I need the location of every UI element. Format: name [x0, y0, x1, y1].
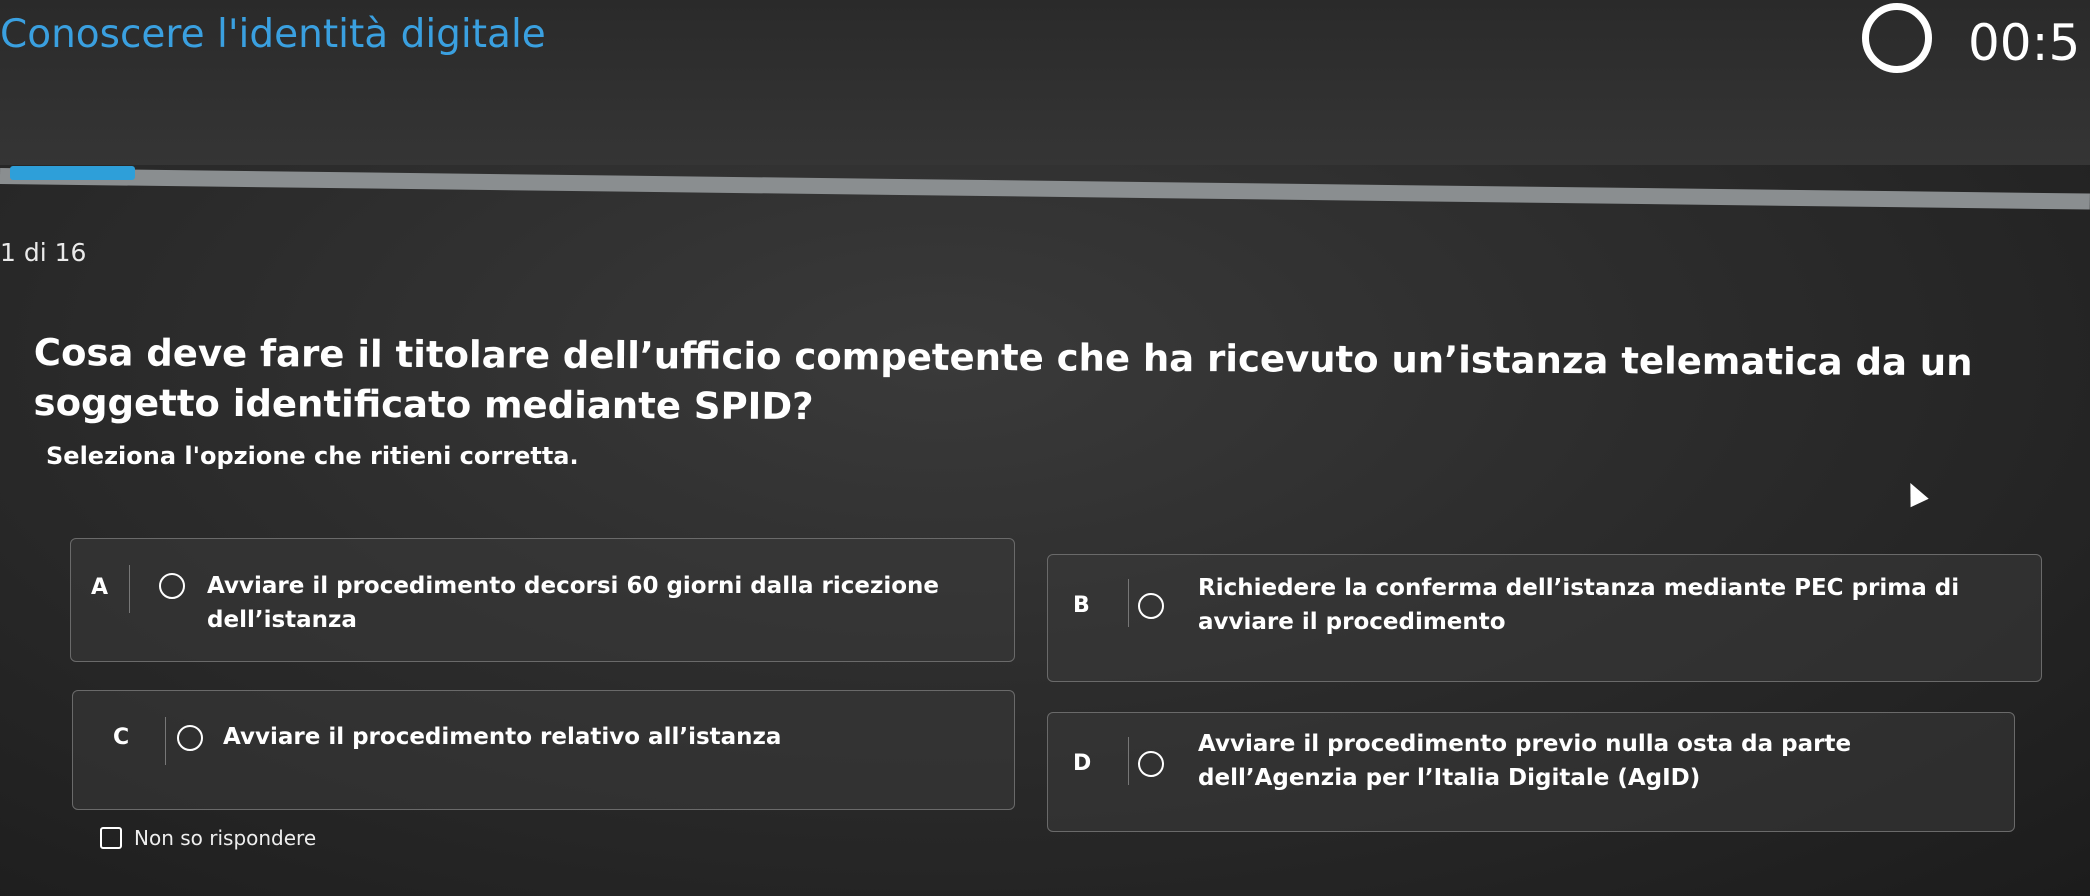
no-answer-label: Non so rispondere	[134, 826, 317, 850]
checkbox-icon[interactable]	[100, 827, 122, 849]
question-text: Cosa deve fare il titolare dell’ufficio …	[33, 330, 1973, 429]
option-c[interactable]: C Avviare il procedimento relativo all’i…	[72, 690, 1015, 810]
option-letter: A	[91, 575, 109, 600]
timer-text: 00:5	[1968, 14, 2081, 72]
option-b[interactable]: B Richiedere la conferma dell’istanza me…	[1047, 554, 2042, 682]
option-text: Avviare il procedimento relativo all’ist…	[223, 724, 782, 750]
radio-icon[interactable]	[1138, 593, 1164, 619]
no-answer-option[interactable]: Non so rispondere	[100, 826, 316, 850]
option-text: Avviare il procedimento previo nulla ost…	[1198, 731, 1852, 791]
option-text: Richiedere la conferma dell’istanza medi…	[1198, 575, 1960, 635]
quiz-title: Conoscere l'identità digitale	[0, 12, 546, 57]
radio-icon[interactable]	[177, 725, 203, 751]
mouse-cursor-icon	[1901, 478, 1929, 508]
option-divider	[1128, 737, 1129, 785]
progress-bar-track	[0, 168, 2090, 210]
radio-icon[interactable]	[1138, 751, 1164, 777]
option-d[interactable]: D Avviare il procedimento previo nulla o…	[1047, 712, 2015, 832]
option-letter: B	[1073, 593, 1090, 618]
option-letter: D	[1073, 751, 1092, 776]
instruction-text: Seleziona l'opzione che ritieni corretta…	[46, 442, 579, 470]
quiz-screen: Conoscere l'identità digitale 00:5 1 di …	[0, 0, 2090, 896]
radio-icon[interactable]	[159, 573, 185, 599]
question-counter: 1 di 16	[0, 238, 87, 267]
quiz-header: Conoscere l'identità digitale 00:5	[0, 0, 2090, 165]
option-a[interactable]: A Avviare il procedimento decorsi 60 gio…	[70, 538, 1015, 662]
option-letter: C	[113, 725, 130, 750]
option-divider	[129, 565, 130, 613]
option-text: Avviare il procedimento decorsi 60 giorn…	[207, 573, 940, 633]
option-divider	[1128, 579, 1129, 627]
option-divider	[165, 717, 166, 765]
timer-ring-icon	[1862, 3, 1932, 73]
progress-bar-fill	[10, 166, 135, 180]
